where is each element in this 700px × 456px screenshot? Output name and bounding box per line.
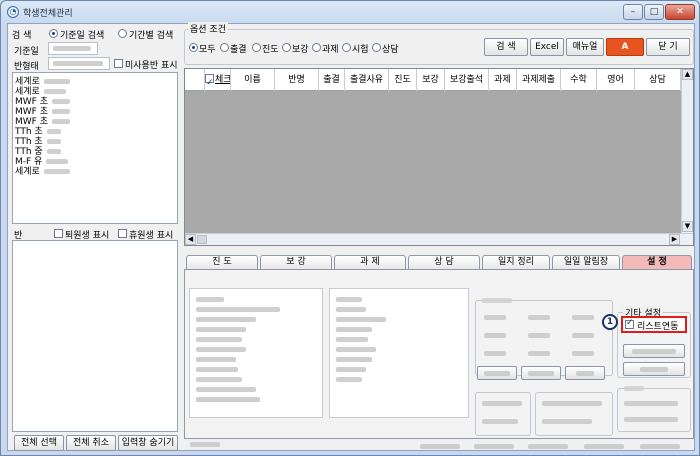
grid-col-homework-submit[interactable]: 과제제출: [517, 69, 561, 91]
option-exam-radio[interactable]: [342, 43, 351, 52]
grid-col-attendance[interactable]: 출결: [319, 69, 345, 91]
radio-period-search-label: 기간별 검색: [129, 31, 174, 41]
tab-journal[interactable]: 일지 정리: [482, 255, 550, 270]
remote-support-button[interactable]: A: [606, 38, 644, 56]
option-all-radio[interactable]: [189, 43, 198, 52]
settings-list-1[interactable]: [189, 288, 323, 418]
header-check-checkbox[interactable]: [205, 72, 214, 91]
tab-daily-notice[interactable]: 일일 알림장: [552, 255, 620, 270]
settings-group-d: [617, 386, 691, 432]
option-progress-label: 진도: [262, 45, 279, 55]
scroll-left-icon[interactable]: ◀: [185, 234, 196, 245]
remote-support-icon: A: [621, 42, 629, 52]
grid-col-english[interactable]: 영어: [597, 69, 635, 91]
grid-row-header: [185, 69, 205, 91]
option-homework-radio[interactable]: [312, 43, 321, 52]
grid-col-class[interactable]: 반명: [275, 69, 319, 91]
grid-col-makeup-attendance[interactable]: 보강출석: [445, 69, 489, 91]
class-list[interactable]: 세계로 세계로 MWF 초 MWF 초 MWF 초 TTh 초 TTh 초 TT…: [12, 72, 178, 224]
option-makeup-label: 보강: [292, 45, 309, 55]
class-type-label: 반형태: [14, 62, 39, 72]
client-area: 검 색 기준일 검색 기간별 검색 기준일 반형태 미사용반 표시 세계로 세계…: [7, 22, 695, 452]
list-link-label: 리스트연동: [637, 322, 679, 332]
settings-group-c: [535, 392, 613, 436]
option-homework-label: 과제: [322, 45, 339, 55]
settings-group-a: [475, 298, 613, 376]
tab-counsel[interactable]: 상 담: [408, 255, 480, 270]
settings-action-3[interactable]: [565, 366, 605, 380]
close-button[interactable]: 닫 기: [646, 38, 690, 56]
search-label: 검 색: [12, 31, 32, 41]
radio-period-search[interactable]: [118, 29, 127, 38]
minimize-button[interactable]: –: [623, 4, 643, 20]
grid-col-homework[interactable]: 과제: [489, 69, 517, 91]
scroll-right-icon[interactable]: ▶: [669, 234, 680, 245]
title-bar[interactable]: ◔ 학생전체관리 – □ ✕: [1, 1, 699, 23]
grid-col-name[interactable]: 이름: [231, 69, 275, 91]
scroll-down-icon[interactable]: ▼: [682, 221, 693, 232]
window-title: 학생전체관리: [23, 9, 73, 19]
withdrawn-checkbox[interactable]: [54, 229, 63, 238]
unused-class-label: 미사용반 표시: [125, 61, 178, 71]
settings-action-2[interactable]: [521, 366, 561, 380]
student-list[interactable]: [12, 240, 178, 432]
option-progress-radio[interactable]: [252, 43, 261, 52]
main-window: ◔ 학생전체관리 – □ ✕ 검 색 기준일 검색 기간별 검색 기준일 반형태…: [0, 0, 700, 456]
annotation-marker: 1: [602, 314, 618, 330]
options-group-title: 옵션 조건: [188, 22, 228, 35]
maximize-button[interactable]: □: [644, 4, 664, 20]
student-grid[interactable]: 체크 이름 반명 출결 출결사유 진도 보강 보강출석 과제 과제제출 수학 영…: [184, 68, 694, 246]
search-button[interactable]: 검 색: [484, 38, 528, 56]
grid-col-attendance-reason[interactable]: 출결사유: [345, 69, 389, 91]
tab-settings[interactable]: 설 정: [622, 255, 692, 270]
manual-button[interactable]: 매뉴얼: [566, 38, 604, 56]
hide-input-button[interactable]: 입력창 숨기기: [118, 435, 178, 451]
option-attendance-label: 출결: [230, 45, 247, 55]
close-window-button[interactable]: ✕: [665, 4, 695, 20]
option-exam-label: 시험: [352, 45, 369, 55]
bottom-status-area: [184, 440, 694, 452]
class-type-select[interactable]: [48, 57, 110, 70]
option-counsel-radio[interactable]: [372, 43, 381, 52]
grid-vertical-scrollbar[interactable]: ▲ ▼: [681, 69, 693, 233]
settings-panel: 기타 설정 1 리스트연동: [184, 269, 694, 439]
deselect-all-button[interactable]: 전체 취소: [66, 435, 116, 451]
radio-date-search[interactable]: [49, 29, 58, 38]
option-attendance-radio[interactable]: [220, 43, 229, 52]
option-counsel-label: 상담: [382, 45, 399, 55]
leave-checkbox[interactable]: [118, 229, 127, 238]
option-all-label: 모두: [199, 45, 216, 55]
radio-date-search-label: 기준일 검색: [60, 31, 105, 41]
app-icon: ◔: [7, 6, 19, 18]
list-item[interactable]: 세계로: [15, 164, 70, 177]
option-makeup-radio[interactable]: [282, 43, 291, 52]
settings-action-1[interactable]: [477, 366, 517, 380]
scroll-up-icon[interactable]: ▲: [682, 69, 693, 80]
settings-list-2[interactable]: [329, 288, 469, 418]
date-field[interactable]: [48, 42, 98, 55]
date-label: 기준일: [14, 47, 39, 57]
unused-class-checkbox[interactable]: [114, 59, 123, 68]
grid-col-progress[interactable]: 진도: [389, 69, 417, 91]
tab-progress[interactable]: 진 도: [186, 255, 258, 270]
list-link-checkbox[interactable]: [625, 318, 634, 329]
select-all-button[interactable]: 전체 선택: [14, 435, 64, 451]
scroll-thumb[interactable]: [197, 235, 207, 244]
settings-group-b: [475, 392, 531, 436]
other-setting-button-2[interactable]: [623, 362, 685, 376]
grid-col-makeup[interactable]: 보강: [417, 69, 445, 91]
grid-col-counsel[interactable]: 상담: [635, 69, 681, 91]
grid-horizontal-scrollbar[interactable]: ◀ ▶: [185, 233, 693, 245]
list-link-highlight[interactable]: 리스트연동: [621, 316, 687, 333]
other-setting-button-1[interactable]: [623, 344, 685, 358]
excel-button[interactable]: Excel: [530, 38, 564, 56]
grid-header: 체크 이름 반명 출결 출결사유 진도 보강 보강출석 과제 과제제출 수학 영…: [185, 69, 681, 91]
grid-col-check[interactable]: 체크: [205, 69, 231, 91]
grid-col-math[interactable]: 수학: [561, 69, 597, 91]
tab-homework[interactable]: 과 제: [334, 255, 406, 270]
tab-makeup[interactable]: 보 강: [260, 255, 332, 270]
